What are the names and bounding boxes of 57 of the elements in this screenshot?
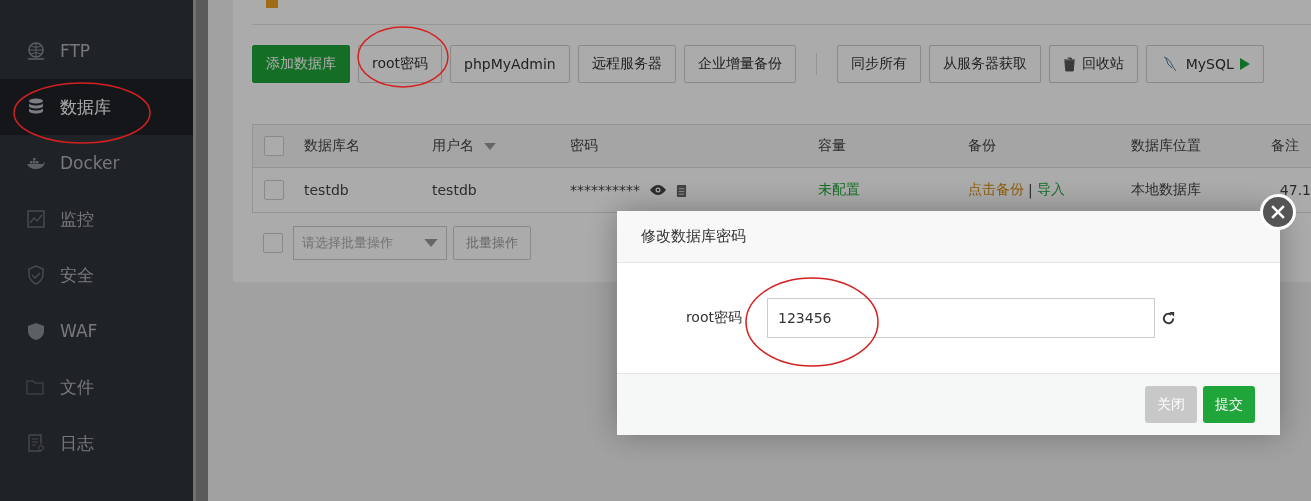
table-cell-text: 本地数据库: [1131, 181, 1202, 199]
toolbar-button[interactable]: 远程服务器: [577, 45, 676, 83]
backup-link[interactable]: 点击备份: [968, 181, 1024, 199]
toolbar-button[interactable]: 回收站: [1048, 45, 1138, 83]
toolbar-button[interactable]: 企业增量备份: [683, 45, 796, 83]
batch-button[interactable]: 批量操作: [453, 226, 531, 260]
table-cell-text: 未配置: [818, 181, 861, 199]
warning-icon: [266, 0, 278, 8]
sidebar-item[interactable]: 日志: [0, 415, 194, 471]
password-field[interactable]: 123456: [767, 298, 1155, 338]
document-icon: [26, 433, 46, 453]
globe-icon: [26, 41, 46, 61]
play-icon: [1239, 58, 1250, 70]
close-icon: [1271, 205, 1285, 219]
dropdown-caret-icon: [424, 239, 438, 247]
sidebar-item[interactable]: WAF: [0, 303, 194, 359]
toolbar-button[interactable]: 从服务器获取: [928, 45, 1041, 83]
dialog-button[interactable]: 提交: [1203, 386, 1255, 423]
column-header: 备注: [1271, 137, 1299, 155]
copy-icon[interactable]: [676, 182, 687, 198]
toolbar-button[interactable]: 添加数据库: [252, 45, 350, 83]
shield-icon: [26, 321, 46, 341]
table-cell-text: 47.1: [1278, 182, 1311, 198]
column-header[interactable]: 用户名: [432, 137, 474, 155]
sidebar-item[interactable]: Docker: [0, 135, 194, 191]
table-cell-text: testdb: [432, 182, 478, 198]
column-header: 密码: [570, 137, 598, 155]
import-link[interactable]: 导入: [1036, 181, 1065, 199]
sidebar-item[interactable]: 监控: [0, 191, 194, 247]
column-header: 备份: [968, 137, 996, 155]
scrollbar[interactable]: [193, 0, 208, 501]
dialog-title: 修改数据库密码: [617, 211, 1280, 263]
folder-icon: [26, 377, 46, 397]
separator: |: [1028, 182, 1033, 198]
trash-icon: [1062, 56, 1076, 72]
sidebar-item[interactable]: FTP: [0, 23, 194, 79]
checkbox[interactable]: [264, 136, 284, 156]
shield-icon: [26, 265, 46, 285]
sort-caret-icon[interactable]: [484, 142, 496, 150]
column-header: 数据库位置: [1131, 137, 1201, 155]
column-header: 数据库名: [304, 137, 360, 155]
sidebar-item[interactable]: 数据库: [0, 79, 194, 135]
refresh-icon[interactable]: [1161, 310, 1176, 326]
eye-icon[interactable]: [650, 185, 666, 195]
column-header: 容量: [818, 137, 846, 155]
toolbar-button[interactable]: MySQL: [1145, 45, 1264, 83]
toolbar-button[interactable]: phpMyAdmin: [450, 45, 570, 83]
sidebar-item[interactable]: 安全: [0, 247, 194, 303]
chart-icon: [26, 209, 46, 229]
table-cell-text: testdb: [304, 182, 350, 198]
field-label: root密码: [684, 309, 742, 327]
checkbox[interactable]: [263, 233, 283, 253]
masked-password: **********: [570, 182, 640, 198]
toolbar-button[interactable]: root密码: [358, 45, 443, 83]
checkbox[interactable]: [264, 180, 284, 200]
toolbar-button[interactable]: 同步所有: [836, 45, 921, 83]
sidebar-item[interactable]: 文件: [0, 359, 194, 415]
